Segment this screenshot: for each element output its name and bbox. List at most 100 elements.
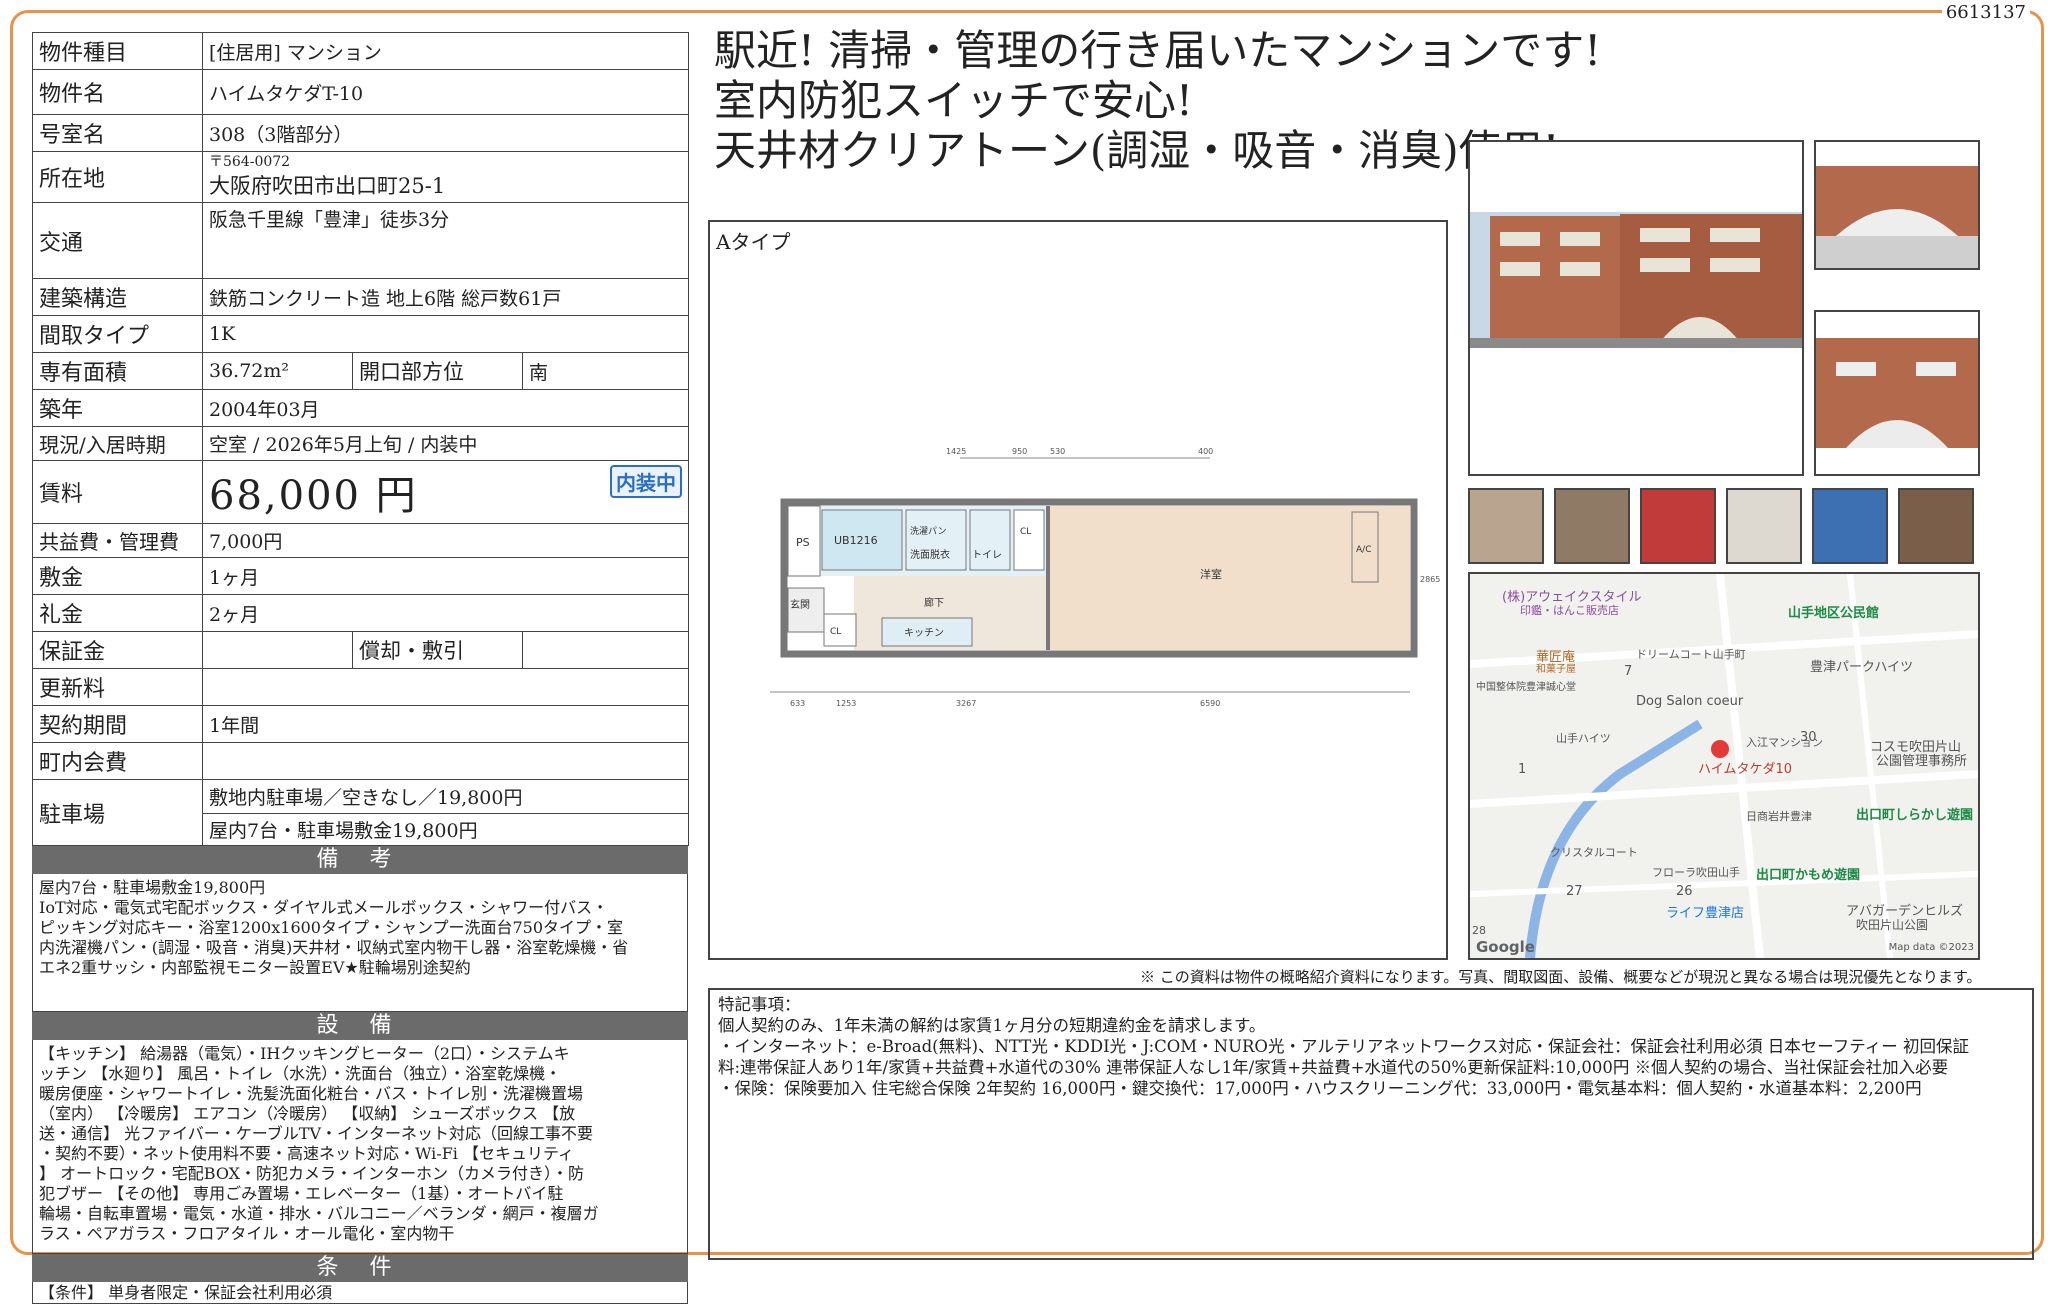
special-notes: 特記事項： 個人契約のみ、1年未満の解約は家賃1ヶ月分の短期違約金を請求します。… [708,988,2034,1260]
facilities-line: ッチン 【水廻り】 風呂・トイレ（水洗）・洗面台（独立）・浴室乾燥機・ [39,1064,562,1083]
renovating-badge: 内装中 [610,465,683,498]
facilities-line: 【キッチン】 給湯器（電気）・IHクッキングヒーター（2口）・システムキ [39,1044,570,1063]
dim-label: 633 [790,699,805,708]
spec-panel: 物件種目 [住居用] マンション 物件名 ハイムタケダT-10 号室名 308（3階部… [32,32,690,1304]
room-closet-1: CL [1020,527,1031,537]
remarks-line: 屋内7台・駐車場敷金19,800円 [39,878,266,897]
direction-label: 開口部方位 [352,352,523,390]
fee-label: 共益費・管理費 [32,523,203,558]
remarks-line: ピッキング対応キー・浴室1200x1600タイプ・シャンプー洗面台750タイプ・… [39,918,624,937]
map-number: 27 [1566,884,1583,899]
facilities-line: ラス・ペアガラス・フロアタイル・オール電化・室内物干 [39,1224,455,1243]
facilities-line: 送・通信】 光ファイバー・ケーブルTV・インターネット対応（回線工事不要 [39,1124,594,1143]
floor-plan: Aタイプ PS UB1216 洗濯パン 洗面脱衣 トイレ CL 洋室 A/C 玄… [708,220,1448,960]
map-label: ライフ豊津店 [1666,906,1745,921]
type-label: 物件種目 [32,32,203,70]
zip-code: 〒564-0072 [209,154,291,170]
map-number: 30 [1800,730,1817,745]
area-value: 36.72m² [202,352,353,390]
remarks-line: 内洗濯機パン・(調湿・吸音・消臭)天井材・収納式室内物干し器・浴室乾燥機・省 [39,938,629,957]
town-fee-value [201,742,690,780]
status-label: 現況/入居時期 [32,426,203,461]
map-label: ドリームコート山手町 [1636,648,1746,661]
dim-label: 2865 [1420,575,1440,584]
fee-value: 7,000円 [201,523,690,558]
guarantee-value [202,631,353,669]
deposit-value: 1ヶ月 [201,557,690,595]
amortization-label: 償却・敷引 [352,631,523,669]
built-label: 築年 [32,389,203,427]
facilities-line: 犯ブザー 【その他】 専用ごみ置場・エレベーター（1基）・オートバイ駐 [39,1184,564,1203]
room-entrance: 玄関 [790,598,810,611]
direction-value: 南 [521,352,690,390]
remarks-header: 備 考 [32,846,688,874]
map-label: 出口町かもめ遊園 [1756,868,1861,883]
room-washer: 洗濯パン [910,525,946,537]
facilities-line: 輪場・自転車置場・電気・水道・排水・バルコニー／ベランダ・網戸・複層ガ [39,1204,599,1223]
room-corridor: 廊下 [924,596,944,609]
remarks-line: エネ2重サッシ・内部監視モニター設置EV★駐輪場別途契約 [39,958,471,977]
room-toilet: トイレ [972,550,1002,561]
special-line: 料:連帯保証人あり1年/家賃+共益費+水道代の30% 連帯保証人なし1年/家賃+… [718,1058,1949,1077]
spec-table: 物件種目 [住居用] マンション 物件名 ハイムタケダT-10 号室名 308（3階部… [32,32,690,846]
map-label: 山手地区公民館 [1788,606,1880,621]
address-label: 所在地 [32,151,203,203]
contract-value: 1年間 [201,705,690,743]
map-credit: Map data ©2023 [1888,942,1974,953]
map-label: Dog Salon coeur [1636,694,1744,709]
map-label: 中国整体院豊津誠心堂 [1476,682,1576,693]
thumb-interior-2[interactable] [1554,488,1630,564]
status-value: 空室 / 2026年5月上旬 / 内装中 [201,426,690,461]
special-line: 特記事項： [718,995,801,1014]
facilities-line: （室内） 【冷暖房】 エアコン（冷暖房） 【収納】 シューズボックス 【放 [39,1104,576,1123]
area-label: 専有面積 [32,352,203,390]
thumb-elevator[interactable] [1898,488,1974,564]
thumb-hallway[interactable] [1726,488,1802,564]
thumb-security-sign[interactable] [1640,488,1716,564]
room-label: 号室名 [32,114,203,152]
map-label: 豊津パークハイツ [1810,660,1914,675]
facilities-line: 暖房便座・シャワートイレ・洗髪洗面化粧台・バス・トイレ別・洗濯機置場 [39,1084,584,1103]
map-label: クリスタルコート [1550,846,1638,859]
map-number: 28 [1472,924,1486,937]
thumb-interior-1[interactable] [1468,488,1544,564]
map-number: 1 [1518,762,1527,777]
map-label: 吹田片山公園 [1856,918,1929,932]
toilet-room [969,509,1011,571]
dim-label: 3267 [956,699,976,708]
renewal-value [201,668,690,706]
map-label: ハイムタケダ10 [1698,762,1793,777]
access-value: 阪急千里線「豊津」徒歩3分 [201,202,690,279]
layout-label: 間取タイプ [32,315,203,353]
dim-label: 1425 [946,447,966,456]
google-logo: Google [1476,938,1535,956]
room-western: 洋室 [1200,567,1222,581]
map-label: 山手ハイツ [1556,732,1611,745]
built-value: 2004年03月 [201,389,690,427]
closet-1 [1013,509,1045,571]
contract-label: 契約期間 [32,705,203,743]
map-label: 公園管理事務所 [1876,754,1968,769]
address-value: 大阪府吹田市出口町25-1 [209,174,446,198]
reference-number: 6613137 [1941,2,2030,23]
special-line: ・保険：保険要加入 住宅総合保険 2年契約 16,000円・鍵交換代：17,00… [718,1079,1922,1098]
room-closet-2: CL [830,627,841,637]
map-label: 日商岩井豊津 [1746,810,1812,823]
entrance-image-1 [1816,142,1978,268]
location-map[interactable]: (株)アウェイクスタイル 印鑑・はんこ販売店 山手地区公民館 豊津パークハイツ … [1468,572,1980,960]
map-label: 出口町しらかし遊園 [1856,808,1974,823]
rent-label: 賃料 [32,460,203,524]
map-number: 26 [1676,884,1693,899]
map-number: 7 [1624,664,1633,679]
room-ac: A/C [1356,545,1371,555]
room-kitchen: キッチン [904,627,944,639]
rent-value: 68,000 円 [209,473,418,519]
dim-label: 6590 [1200,699,1220,708]
access-label: 交通 [32,202,203,279]
remarks-body: 屋内7台・駐車場敷金19,800円 IoT対応・電気式宅配ボックス・ダイヤル式メ… [32,874,688,1012]
conditions-header: 条 件 [32,1254,688,1282]
layout-value: 1K [201,315,690,353]
parking-value-1: 敷地内駐車場／空きなし／19,800円 [201,779,690,814]
thumb-monitor[interactable] [1812,488,1888,564]
guarantee-label: 保証金 [32,631,203,669]
